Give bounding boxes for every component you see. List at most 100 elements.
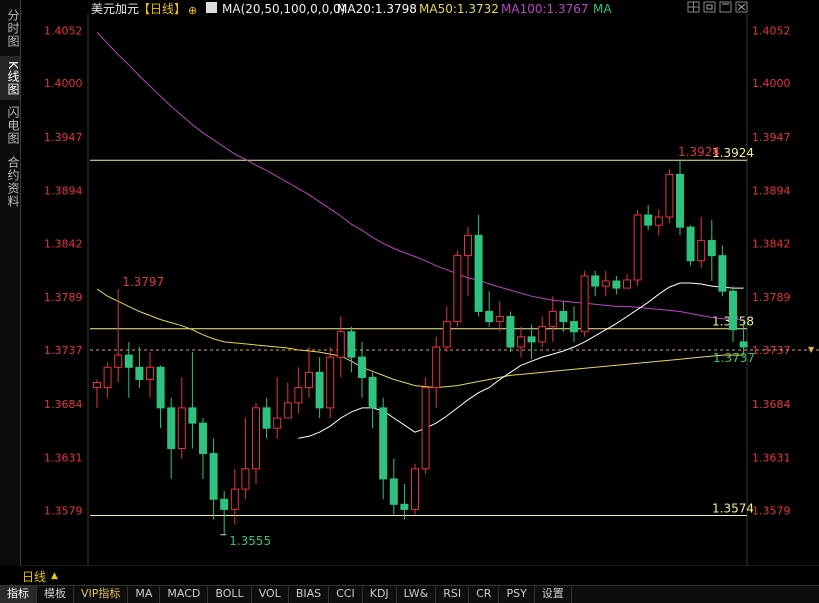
symbol-name: 美元加元	[91, 2, 139, 16]
price-tick-left: 1.3894	[44, 185, 83, 198]
candle-body	[570, 321, 578, 333]
candle	[156, 365, 165, 429]
candle-body	[135, 366, 144, 380]
price-tick-right: 1.4000	[752, 77, 791, 90]
candle	[114, 289, 123, 383]
price-tick-right: 1.4052	[752, 24, 791, 37]
candle-body	[517, 336, 525, 348]
indicator-tab-13[interactable]: PSY	[499, 586, 535, 603]
candle	[262, 397, 271, 439]
candle-body	[400, 503, 409, 510]
candle-body	[548, 310, 557, 328]
candle	[188, 352, 197, 449]
candle	[633, 209, 642, 287]
ma-label: MA	[593, 2, 612, 16]
grid-icon[interactable]	[687, 1, 700, 13]
candle	[400, 484, 409, 520]
period-label: 日线	[22, 569, 47, 584]
candle-body	[156, 366, 165, 409]
indicator-tab-10[interactable]: LW&	[397, 586, 437, 603]
candle	[294, 367, 303, 413]
period-selector[interactable]: 日线 ▲	[22, 568, 58, 584]
candle	[177, 377, 186, 459]
indicator-tab-6[interactable]: VOL	[252, 586, 289, 603]
current-price-marker-icon: ▼	[808, 345, 815, 354]
candle-body	[633, 214, 642, 281]
candle-body	[230, 488, 239, 510]
current-price-label: 1.3737	[713, 351, 755, 365]
candle-body	[623, 279, 631, 289]
candle	[527, 324, 536, 360]
candle	[676, 160, 684, 236]
candle-body	[283, 402, 292, 419]
candle-body	[729, 290, 737, 331]
candle-body	[612, 280, 621, 289]
candle-body	[527, 336, 536, 343]
restore-icon[interactable]	[703, 1, 716, 13]
candle-body	[421, 387, 430, 470]
candle	[379, 397, 388, 500]
indicator-tab-4[interactable]: MACD	[160, 586, 209, 603]
candle-body	[93, 382, 101, 389]
candle	[305, 346, 313, 398]
candle	[548, 296, 557, 342]
indicator-tab-8[interactable]: CCI	[329, 586, 363, 603]
price-tick-left: 1.3947	[44, 131, 83, 144]
indicator-tab-5[interactable]: BOLL	[208, 586, 252, 603]
indicator-tab-11[interactable]: RSI	[436, 586, 470, 603]
maximize-icon[interactable]	[719, 1, 732, 13]
candle-body	[654, 216, 663, 226]
candle	[358, 341, 366, 398]
candle-body	[188, 407, 197, 424]
candle-body	[707, 239, 716, 257]
indicator-tab-14[interactable]: 设置	[535, 586, 572, 603]
candle-body	[411, 468, 419, 510]
indicator-tab-9[interactable]: KDJ	[363, 586, 397, 603]
candle-body	[432, 346, 441, 389]
candle-body	[209, 453, 218, 500]
candle-body	[358, 356, 366, 378]
indicator-tab-1[interactable]: 模板	[37, 586, 74, 603]
candle	[517, 326, 525, 358]
price-tick-left: 1.4052	[44, 24, 83, 37]
indicator-tab-3[interactable]: MA	[128, 586, 161, 603]
candle-body	[124, 354, 133, 368]
candle-body	[252, 407, 260, 470]
ma-params: MA(20,50,100,0,0,0)	[222, 2, 345, 16]
price-tick-left: 1.3789	[44, 291, 83, 304]
candle-body	[368, 376, 377, 409]
indicator-tab-0[interactable]: 指标	[0, 586, 37, 603]
candle	[347, 326, 356, 373]
chevron-up-icon: ▲	[51, 571, 58, 581]
candle	[686, 225, 695, 266]
indicator-tab-12[interactable]: CR	[469, 586, 500, 603]
candle	[315, 357, 324, 419]
candle	[474, 215, 483, 317]
candle	[559, 301, 568, 332]
candle-body	[199, 422, 207, 455]
candle	[591, 270, 600, 297]
candle	[665, 169, 674, 224]
close-icon[interactable]	[735, 1, 748, 13]
ma20-value: MA20:1.3798	[337, 2, 417, 16]
candle-body	[676, 173, 684, 228]
candle	[103, 362, 112, 398]
candle	[718, 245, 727, 297]
candle-body	[114, 354, 123, 368]
candle-body	[326, 356, 335, 409]
indicator-tab-2[interactable]: VIP指标	[74, 586, 129, 603]
candle-body	[379, 407, 388, 480]
candle-body	[273, 417, 282, 429]
candle-body	[442, 321, 451, 348]
indicator-tab-7[interactable]: BIAS	[289, 586, 330, 603]
ma50-value: MA50:1.3732	[419, 2, 499, 16]
candle-body	[177, 407, 186, 449]
candle	[252, 402, 260, 485]
candle-body	[262, 407, 271, 429]
candle	[654, 209, 663, 236]
candle	[453, 250, 462, 327]
price-tick-right: 1.3789	[752, 291, 791, 304]
ma100-line	[96, 31, 744, 321]
candle	[601, 270, 610, 297]
candle	[273, 377, 282, 439]
